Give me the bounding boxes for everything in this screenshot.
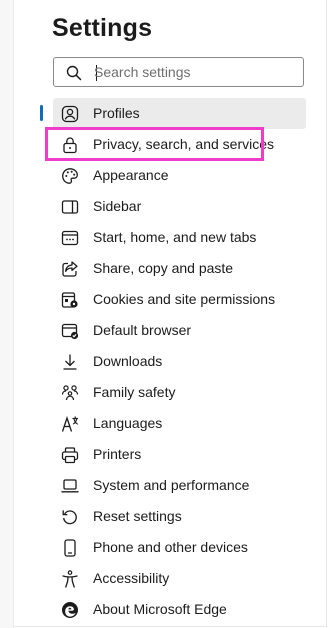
reset-icon (62, 510, 77, 525)
page-title: Settings (52, 14, 153, 42)
nav-item-languages[interactable]: Languages (53, 408, 306, 439)
download-icon (63, 354, 77, 370)
search-icon (66, 65, 82, 81)
nav-item-appearance[interactable]: Appearance (53, 160, 306, 191)
nav-item-label: Sidebar (93, 198, 142, 214)
default-browser-icon (61, 323, 79, 340)
nav-item-label: Profiles (93, 105, 140, 121)
nav-item-profiles[interactable]: Profiles (40, 98, 306, 129)
sidebar-icon (61, 200, 79, 214)
nav-item-sidebar[interactable]: Sidebar (53, 191, 306, 222)
nav-item-cookies-site-permissions[interactable]: Cookies and site permissions (53, 284, 306, 315)
nav-item-label: About Microsoft Edge (93, 601, 227, 617)
edge-logo-icon (62, 602, 78, 618)
palette-icon (62, 168, 78, 184)
family-icon (61, 385, 79, 401)
nav-item-label: Languages (93, 415, 163, 431)
nav-item-label: Start, home, and new tabs (93, 229, 257, 245)
nav-item-label: Cookies and site permissions (93, 291, 276, 307)
nav-item-label: Downloads (93, 353, 163, 369)
nav-item-label: System and performance (93, 477, 250, 493)
cookies-permissions-icon (61, 292, 78, 308)
settings-nav: Profiles Privacy, search, and services A… (40, 98, 306, 625)
nav-item-label: Default browser (93, 322, 192, 338)
nav-item-label: Share, copy and paste (93, 260, 234, 276)
left-gutter (0, 0, 14, 628)
nav-item-label: Family safety (93, 384, 176, 400)
nav-item-label: Privacy, search, and services (93, 136, 275, 152)
nav-item-reset-settings[interactable]: Reset settings (53, 501, 306, 532)
home-tabs-icon (61, 230, 79, 246)
nav-item-label: Phone and other devices (93, 539, 248, 555)
languages-icon (61, 415, 79, 432)
lock-icon (63, 137, 77, 154)
nav-item-label: Reset settings (93, 508, 182, 524)
nav-item-system-performance[interactable]: System and performance (53, 470, 306, 501)
search-input[interactable] (94, 62, 294, 82)
nav-item-start-home-new-tabs[interactable]: Start, home, and new tabs (53, 222, 306, 253)
profile-icon (61, 105, 79, 123)
nav-item-printers[interactable]: Printers (53, 439, 306, 470)
nav-item-label: Appearance (93, 167, 169, 183)
nav-item-family-safety[interactable]: Family safety (53, 377, 306, 408)
printer-icon (61, 447, 79, 464)
nav-item-label: Accessibility (93, 570, 170, 586)
nav-item-default-browser[interactable]: Default browser (53, 315, 306, 346)
laptop-icon (61, 479, 79, 493)
nav-item-downloads[interactable]: Downloads (53, 346, 306, 377)
accessibility-icon (62, 570, 78, 588)
nav-item-phone-other-devices[interactable]: Phone and other devices (53, 532, 306, 563)
share-icon (62, 261, 78, 277)
nav-item-accessibility[interactable]: Accessibility (53, 563, 306, 594)
search-box[interactable] (53, 57, 304, 87)
nav-item-about-edge[interactable]: About Microsoft Edge (53, 594, 306, 625)
nav-item-share-copy-paste[interactable]: Share, copy and paste (53, 253, 306, 284)
nav-item-privacy-search-services[interactable]: Privacy, search, and services (53, 129, 306, 160)
nav-item-label: Printers (93, 446, 142, 462)
phone-icon (64, 539, 76, 557)
